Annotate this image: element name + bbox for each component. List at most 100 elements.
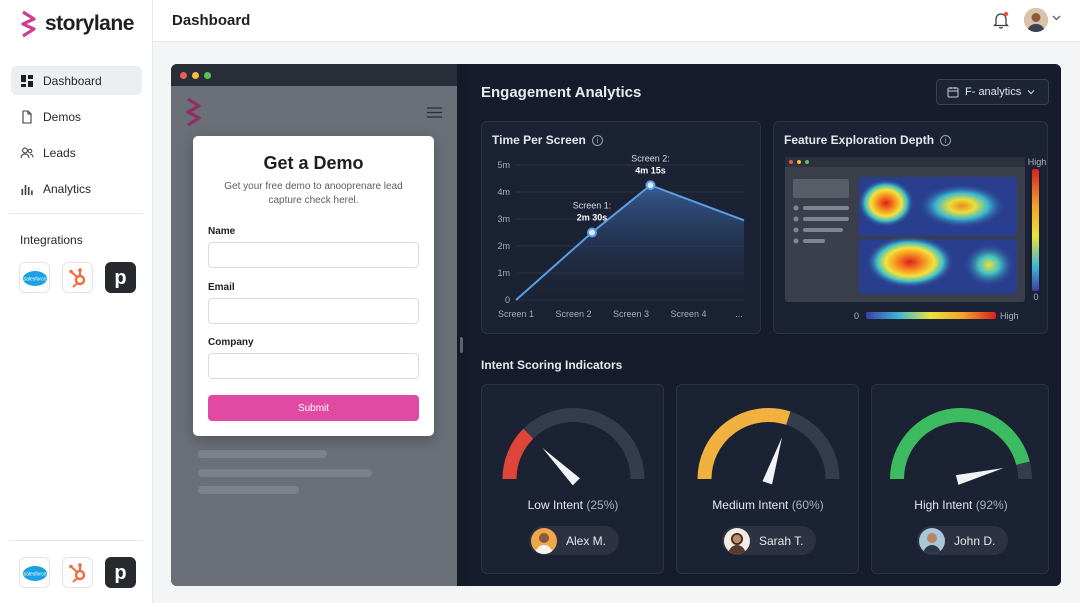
sidebar-item-demos[interactable]: Demos: [11, 102, 142, 131]
preview-header: [171, 86, 457, 136]
storylane-logo-icon: [186, 97, 201, 127]
intent-percent: (60%): [791, 498, 824, 512]
skeleton-line: [198, 469, 372, 477]
heatmap-chart: High 0 0 High: [785, 157, 1047, 321]
integrations-row: salesforce p: [19, 262, 136, 293]
lead-name: Alex M.: [566, 533, 607, 548]
medium-intent-gauge: [697, 408, 840, 485]
chevron-down-icon[interactable]: [1052, 14, 1061, 22]
sidebar-item-label: Demos: [43, 109, 82, 124]
avatar: [531, 527, 557, 554]
y-tick-label: 2m: [497, 241, 510, 251]
email-label: Email: [208, 282, 235, 293]
sidebar-item-dashboard[interactable]: Dashboard: [11, 66, 142, 95]
name-field[interactable]: [208, 242, 419, 268]
skeleton-line: [198, 486, 299, 494]
salesforce-integration[interactable]: salesforce: [19, 262, 50, 293]
y-tick-label: 3m: [497, 214, 510, 224]
brand-logo[interactable]: storylane: [19, 10, 134, 38]
scale-min-label: 0: [854, 311, 859, 321]
lead-chip[interactable]: Sarah T.: [722, 526, 817, 555]
hubspot-integration[interactable]: [62, 557, 93, 588]
gauge-needle: [542, 447, 580, 486]
skeleton-line: [198, 450, 327, 458]
hamburger-menu-icon[interactable]: [427, 107, 442, 118]
x-tick-label: Screen 3: [613, 309, 649, 319]
calendar-icon: [947, 87, 959, 98]
medium-intent-gauge-card: Medium Intent (60%) Sarah T.: [676, 384, 859, 574]
hubspot-integration[interactable]: [62, 262, 93, 293]
user-avatar[interactable]: [1024, 8, 1048, 32]
bar-chart-icon: [21, 184, 33, 195]
salesforce-icon: salesforce: [22, 270, 47, 286]
form-subtitle: Get your free demo to anooprenare lead c…: [224, 181, 403, 206]
demo-request-form: Get a Demo Get your free demo to anoopre…: [193, 136, 434, 436]
pipedrive-integration[interactable]: p: [105, 557, 136, 588]
name-label: Name: [208, 226, 236, 237]
pane-resize-handle[interactable]: [460, 337, 463, 353]
page-title: Dashboard: [172, 12, 251, 29]
x-tick-label: Screen 4: [671, 309, 707, 319]
y-tick-label: 1m: [497, 268, 510, 278]
annotation-value: 2m 30s: [577, 213, 608, 223]
x-tick-label: Screen 2: [556, 309, 592, 319]
notification-bell-icon[interactable]: [993, 11, 1009, 29]
gauge-fill: [890, 408, 1030, 480]
form-title: Get a Demo: [263, 153, 364, 173]
sidebar-item-analytics[interactable]: Analytics: [11, 174, 142, 203]
low-intent-gauge: [502, 408, 645, 486]
high-intent-gauge: [890, 408, 1032, 485]
pipedrive-icon: p: [114, 266, 127, 289]
time-per-screen-chart: 0 1m 2m 3m 4m 5m Screen 1 Screen 2 Screen 3 Scree…: [497, 153, 745, 319]
analytics-title: Engagement Analytics: [481, 84, 642, 101]
feature-depth-panel: Feature Exploration Depth i High 0 0 Hig…: [773, 121, 1048, 334]
pipedrive-integration[interactable]: p: [105, 262, 136, 293]
analytics-pane: Engagement Analytics F- analytics Time P…: [469, 64, 1061, 586]
filter-label: F- analytics: [965, 86, 1022, 98]
intent-name: High Intent: [914, 498, 973, 512]
annotation-value: 4m 15s: [635, 165, 666, 175]
scale-max-label: High: [1000, 311, 1019, 321]
sidebar-divider: [9, 213, 143, 214]
intent-label: High Intent (92%): [872, 498, 1050, 512]
chevron-down-icon: [1027, 90, 1035, 95]
hubspot-icon: [68, 562, 85, 583]
sidebar-divider: [9, 540, 143, 541]
maximize-dot[interactable]: [204, 71, 211, 79]
analytics-filter-dropdown[interactable]: F- analytics: [936, 79, 1049, 105]
window-chrome: [171, 64, 457, 86]
intent-name: Low Intent: [527, 498, 583, 512]
intent-label: Medium Intent (60%): [677, 498, 859, 512]
gauge-fill: [502, 428, 534, 480]
pipedrive-icon: p: [114, 561, 127, 584]
demo-preview-frame: Get a Demo Get your free demo to anoopre…: [171, 64, 1061, 586]
lead-chip[interactable]: Alex M.: [529, 526, 620, 555]
gauge-track: [502, 408, 645, 480]
lead-chip[interactable]: John D.: [917, 526, 1009, 555]
sidebar-item-label: Analytics: [43, 181, 92, 196]
company-field[interactable]: [208, 353, 419, 379]
x-tick-label: Screen 1: [498, 309, 534, 319]
email-field[interactable]: [208, 298, 419, 324]
gauge-needle: [762, 437, 783, 485]
sidebar-item-label: Dashboard: [43, 73, 102, 88]
sidebar-item-leads[interactable]: Leads: [11, 138, 142, 167]
close-dot[interactable]: [180, 71, 187, 79]
submit-button[interactable]: Submit: [208, 395, 419, 421]
integrations-row-bottom: salesforce p: [19, 557, 136, 588]
scale-high-label: High: [1028, 157, 1047, 167]
low-intent-gauge-card: Low Intent (25%) Alex M.: [481, 384, 664, 574]
sidebar: storylane Dashboard Demos Leads Analytic…: [0, 0, 153, 603]
minimize-dot[interactable]: [192, 71, 199, 79]
brand-name: storylane: [45, 12, 134, 35]
y-tick-label: 0: [505, 295, 510, 305]
storylane-logo-icon: [21, 10, 36, 38]
sidebar-item-label: Leads: [43, 145, 76, 160]
integrations-heading: Integrations: [20, 233, 83, 247]
salesforce-integration[interactable]: salesforce: [19, 557, 50, 588]
lead-name: Sarah T.: [759, 533, 804, 548]
intent-percent: (25%): [586, 498, 619, 512]
intent-percent: (92%): [975, 498, 1008, 512]
intent-section-title: Intent Scoring Indicators: [481, 358, 623, 372]
dashboard-icon: [21, 74, 33, 87]
